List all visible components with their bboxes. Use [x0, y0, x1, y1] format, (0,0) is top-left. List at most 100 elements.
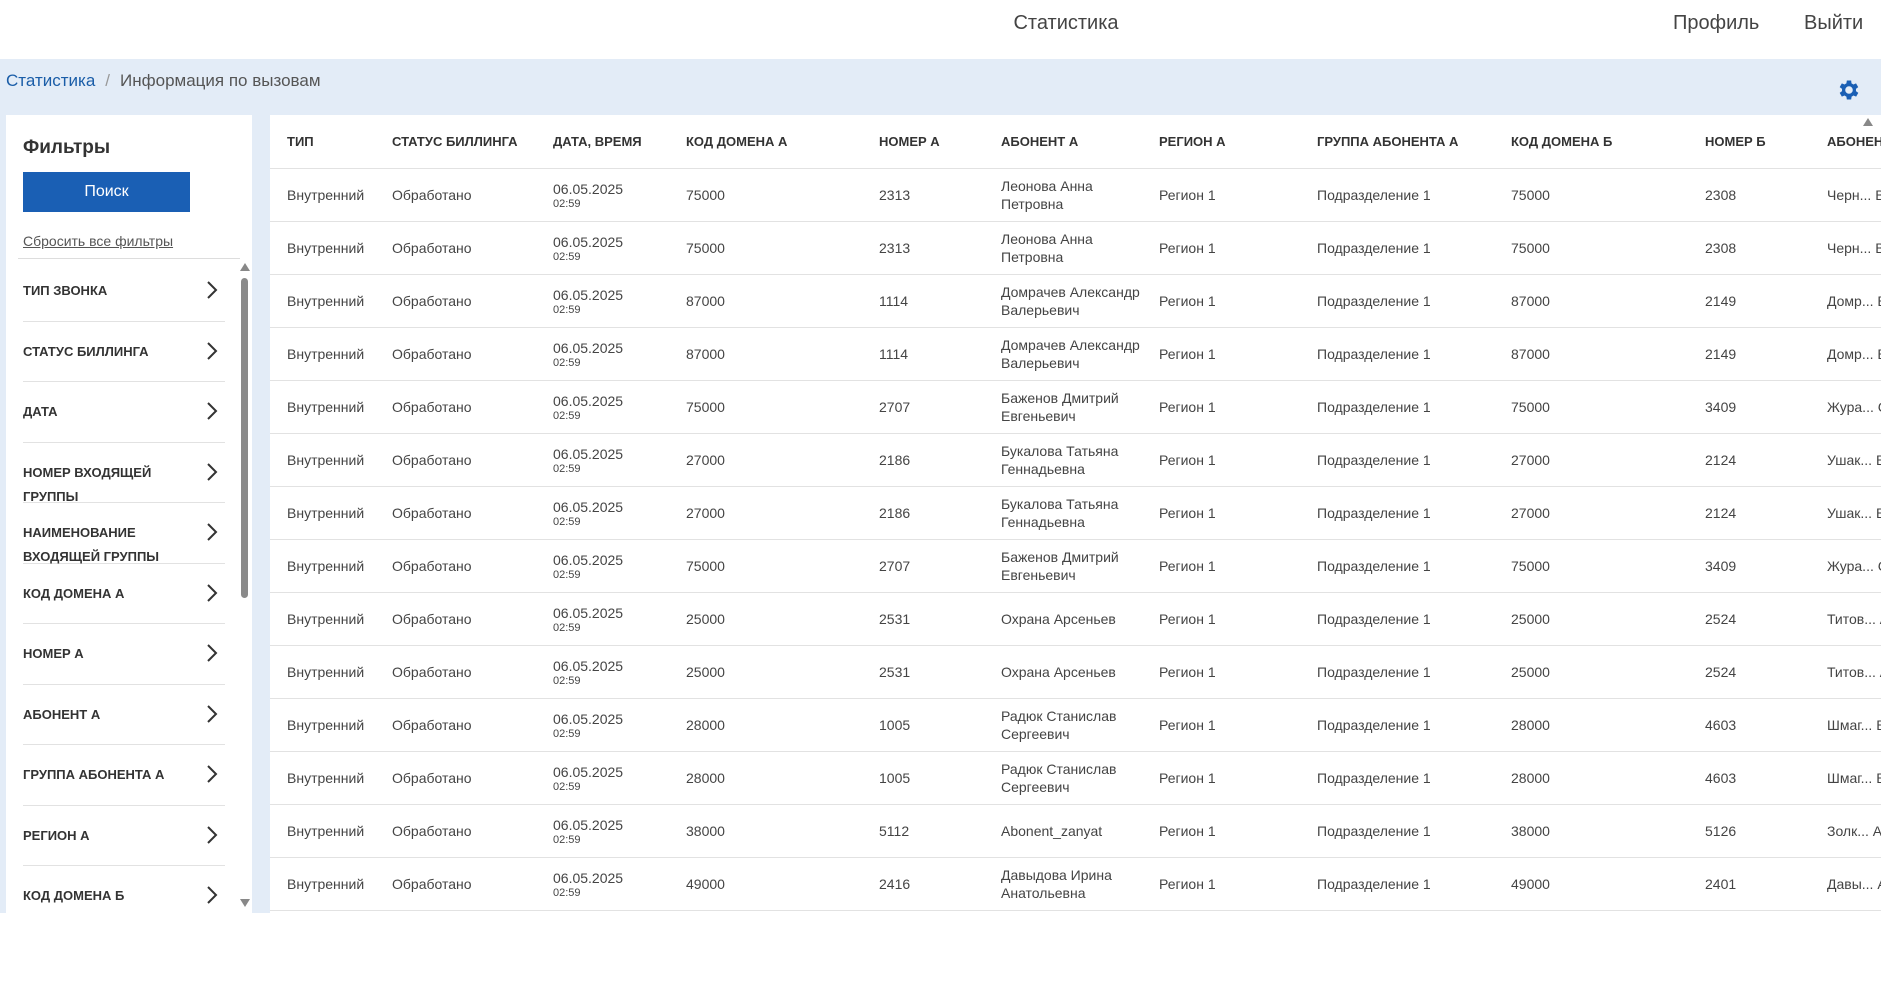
column-header[interactable]: Номер Б: [1688, 115, 1810, 169]
filter-item-label: Код домена А: [23, 585, 125, 601]
chevron-right-icon: [207, 281, 218, 299]
filter-item[interactable]: Статус биллинга: [23, 322, 225, 382]
divider: [18, 258, 240, 259]
column-header[interactable]: Статус биллинга: [375, 115, 536, 169]
column-header[interactable]: Код домена А: [669, 115, 862, 169]
table-row[interactable]: Внутренний Обработано 06.05.2025 02:59 75000…: [270, 221, 1881, 275]
cell-subscriber-b: Шмаг... Викто...: [1810, 698, 1881, 752]
cell-domain-b: 75000: [1494, 221, 1688, 275]
cell-group-a: Подразделение 1: [1300, 857, 1494, 911]
column-header[interactable]: Регион А: [1142, 115, 1300, 169]
filter-item[interactable]: Номер А: [23, 624, 225, 685]
filter-item[interactable]: Номер входящей группы: [23, 443, 225, 504]
cell-date: 06.05.2025: [553, 392, 624, 409]
cell-region-a: Регион 1: [1142, 274, 1300, 328]
column-header[interactable]: Номер А: [862, 115, 984, 169]
cell-datetime: 06.05.2025 02:59: [536, 221, 669, 275]
table-scroll-up-arrow-icon[interactable]: [1862, 117, 1874, 127]
scroll-down-arrow-icon[interactable]: [239, 898, 251, 908]
logout-link[interactable]: Выйти: [1804, 12, 1863, 35]
sidebar-scrollbar-thumb[interactable]: [241, 278, 248, 598]
cell-subscriber-b: Домр... Вале...: [1810, 274, 1881, 328]
cell-number-a: 2707: [862, 380, 984, 434]
filter-item[interactable]: Код домена А: [23, 564, 225, 624]
cell-subscriber-b: Жура... Серге...: [1810, 539, 1881, 593]
table-row[interactable]: Внутренний Обработано 06.05.2025 02:59 87000…: [270, 274, 1881, 328]
cell-group-a: Подразделение 1: [1300, 274, 1494, 328]
cell-time: 02:59: [553, 515, 581, 528]
table-row[interactable]: Внутренний Обработано 06.05.2025 02:59 49000…: [270, 857, 1881, 911]
filter-item[interactable]: Дата: [23, 382, 225, 443]
cell-group-a: Подразделение 1: [1300, 751, 1494, 805]
breadcrumb-current: Информация по вызовам: [120, 71, 321, 90]
cell-domain-b: 75000: [1494, 380, 1688, 434]
cell-date: 06.05.2025: [553, 551, 624, 568]
cell-number-a: 2531: [862, 592, 984, 646]
cell-subscriber-a: Радюк Станислав Сергеевич: [984, 698, 1142, 752]
breadcrumb-separator: /: [105, 71, 111, 90]
cell-subscriber-a: Баженов Дмитрий Евгеньевич: [984, 539, 1142, 593]
cell-time: 02:59: [553, 356, 581, 369]
cell-region-a: Регион 1: [1142, 645, 1300, 699]
cell-region-a: Регион 1: [1142, 168, 1300, 222]
chevron-right-icon: [207, 523, 218, 541]
filter-item-label: Регион А: [23, 827, 90, 843]
cell-type: Внутренний: [270, 857, 375, 911]
column-header[interactable]: Группа абонента А: [1300, 115, 1494, 169]
filter-item[interactable]: Абонент А: [23, 685, 225, 745]
column-header[interactable]: Абонент А: [984, 115, 1142, 169]
cell-datetime: 06.05.2025 02:59: [536, 380, 669, 434]
cell-subscriber-a: Букалова Татьяна Геннадьевна: [984, 433, 1142, 487]
filter-item[interactable]: Регион А: [23, 806, 225, 866]
table-row[interactable]: Внутренний Обработано 06.05.2025 02:59 27000…: [270, 433, 1881, 487]
filter-item[interactable]: Группа абонента А: [23, 745, 225, 806]
cell-date: 06.05.2025: [553, 869, 624, 886]
reset-filters-link[interactable]: Сбросить все фильтры: [23, 233, 173, 249]
table-row[interactable]: Внутренний Обработано 06.05.2025 02:59 75000…: [270, 380, 1881, 434]
scroll-up-arrow-icon[interactable]: [239, 262, 251, 272]
table-row[interactable]: Внутренний Обработано 06.05.2025 02:59 87000…: [270, 327, 1881, 381]
filters-sidebar: Фильтры Поиск Сбросить все фильтры Тип з…: [6, 115, 252, 913]
cell-type: Внутренний: [270, 168, 375, 222]
breadcrumb-root[interactable]: Статистика: [6, 71, 95, 90]
filter-item[interactable]: Наименование входящей группы: [23, 503, 225, 564]
cell-domain-a: 25000: [669, 592, 862, 646]
cell-subscriber-b: Ушак... Влад...: [1810, 486, 1881, 540]
table-row[interactable]: Внутренний Обработано 06.05.2025 02:59 25000…: [270, 645, 1881, 699]
cell-group-a: Подразделение 1: [1300, 592, 1494, 646]
table-row[interactable]: Внутренний Обработано 06.05.2025 02:59 38000…: [270, 804, 1881, 858]
cell-number-a: 2416: [862, 857, 984, 911]
filter-item[interactable]: Тип звонка: [23, 261, 225, 322]
table-row[interactable]: Внутренний Обработано 06.05.2025 02:59 75000…: [270, 539, 1881, 593]
cell-type: Внутренний: [270, 804, 375, 858]
cell-group-a: Подразделение 1: [1300, 698, 1494, 752]
column-header[interactable]: Код домена Б: [1494, 115, 1688, 169]
search-button[interactable]: Поиск: [23, 172, 190, 212]
cell-subscriber-b: Золк... Алекс...: [1810, 804, 1881, 858]
cell-datetime: 06.05.2025 02:59: [536, 751, 669, 805]
profile-link[interactable]: Профиль: [1673, 12, 1759, 35]
cell-domain-b: 87000: [1494, 327, 1688, 381]
cell-domain-b: 75000: [1494, 168, 1688, 222]
cell-number-a: 2186: [862, 433, 984, 487]
filters-title: Фильтры: [23, 137, 111, 158]
table-row[interactable]: Внутренний Обработано 06.05.2025 02:59 75000…: [270, 168, 1881, 222]
cell-datetime: 06.05.2025 02:59: [536, 539, 669, 593]
gear-icon[interactable]: [1836, 77, 1862, 103]
cell-datetime: 06.05.2025 02:59: [536, 857, 669, 911]
table-row[interactable]: Внутренний Обработано 06.05.2025 02:59 28000…: [270, 698, 1881, 752]
table-row[interactable]: Внутренний Обработано 06.05.2025 02:59 25000…: [270, 592, 1881, 646]
column-header[interactable]: Тип: [270, 115, 375, 169]
cell-region-a: Регион 1: [1142, 592, 1300, 646]
cell-billing-status: Обработано: [375, 486, 536, 540]
table-row[interactable]: Внутренний Обработано 06.05.2025 02:59 27000…: [270, 486, 1881, 540]
column-header[interactable]: Дата, время: [536, 115, 669, 169]
cell-billing-status: Обработано: [375, 857, 536, 911]
calls-table-panel: Тип Статус биллинга Дата, время Код домена …: [270, 115, 1881, 913]
chevron-right-icon: [207, 341, 218, 360]
cell-number-a: 2707: [862, 539, 984, 593]
cell-subscriber-b: Ушак... Влад...: [1810, 433, 1881, 487]
table-row[interactable]: Внутренний Обработано 06.05.2025 02:59 28000…: [270, 751, 1881, 805]
filter-item[interactable]: Код домена Б: [23, 866, 225, 913]
cell-region-a: Регион 1: [1142, 327, 1300, 381]
